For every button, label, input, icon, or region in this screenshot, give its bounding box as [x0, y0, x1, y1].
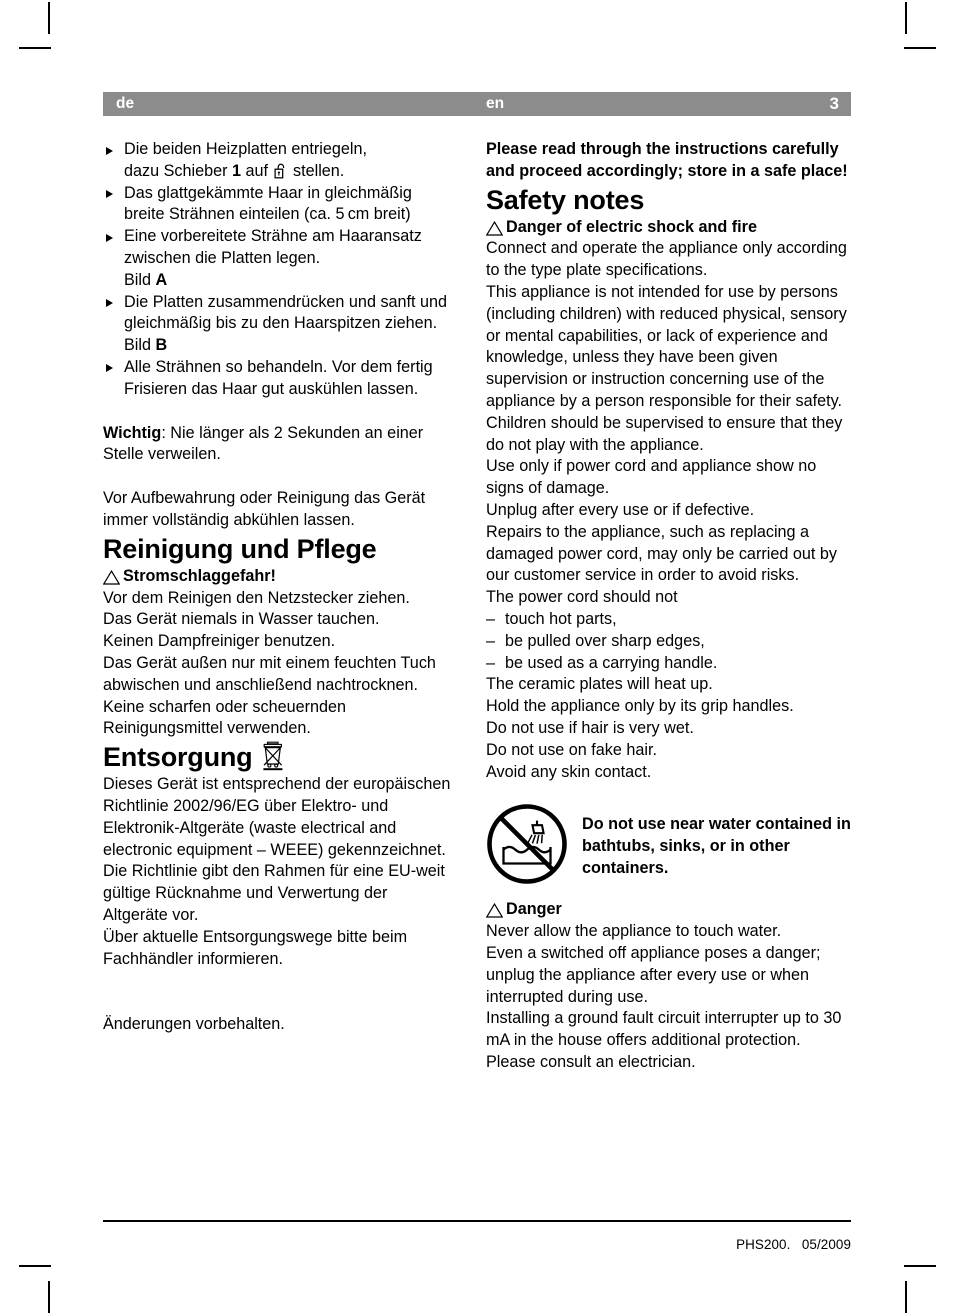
- list-item: touch hot parts,: [486, 609, 851, 631]
- crop-mark-top-left-vertical: [48, 2, 50, 34]
- crossed-out-wheelie-bin-icon: [259, 741, 287, 771]
- german-storage-note: Vor Aufbewahrung oder Reinigung das Gerä…: [103, 489, 426, 529]
- two-column-body: Die beiden Heizplatten entriegeln, dazu …: [102, 139, 851, 1074]
- bullet-line-2-post: stellen.: [288, 161, 345, 180]
- open-padlock-icon: [273, 163, 287, 179]
- german-important-note: Wichtig: Nie länger als 2 Sekunden an ei…: [103, 423, 455, 467]
- crop-mark-bottom-left-horizontal: [19, 1265, 51, 1267]
- no-water-bathtub-icon: [486, 803, 568, 885]
- warning-label: Stromschlaggefahr!: [123, 566, 276, 585]
- list-item: be pulled over sharp edges,: [486, 631, 851, 653]
- bullet-line-2-mid: auf: [241, 161, 273, 180]
- german-disposal-heading: Entsorgung: [103, 740, 455, 774]
- crop-mark-bottom-right-horizontal: [904, 1265, 936, 1267]
- warning-label: Danger of electric shock and fire: [506, 217, 757, 236]
- german-changes-note: Änderungen vorbehalten.: [103, 1015, 285, 1034]
- header-language-en: en: [486, 95, 505, 112]
- figure-ref-label: Bild: [124, 270, 156, 289]
- slider-position-number: 1: [232, 161, 242, 180]
- german-shock-warning-heading: Stromschlaggefahr!: [102, 566, 455, 588]
- german-instruction-list: Die beiden Heizplatten entriegeln, dazu …: [103, 139, 455, 401]
- figure-ref-letter: B: [155, 336, 168, 355]
- english-shock-warning-heading: Danger of electric shock and fire: [485, 217, 851, 239]
- list-item: Die beiden Heizplatten entriegeln, dazu …: [103, 139, 455, 183]
- manual-page: de en 3 Die beiden Heizplatten entriegel…: [102, 92, 851, 1074]
- crop-mark-top-right-vertical: [905, 2, 907, 34]
- figure-ref-label: Bild: [124, 336, 156, 355]
- german-disposal-body: Dieses Gerät ist entsprechend der europä…: [103, 775, 451, 924]
- english-shock-body: Connect and operate the appliance only a…: [486, 239, 847, 607]
- warning-triangle-icon: [485, 220, 504, 236]
- bullet-text: Die Platten zusammendrücken und sanft un…: [124, 292, 448, 333]
- english-column: Please read through the instructions car…: [477, 139, 851, 1074]
- english-danger-body: Never allow the appliance to touch water…: [486, 922, 842, 1071]
- list-item: Die Platten zusammendrücken und sanft un…: [103, 292, 455, 357]
- footer-model-date: PHS200. 05/2009: [736, 1237, 851, 1252]
- english-power-cord-list: touch hot parts, be pulled over sharp ed…: [486, 609, 851, 674]
- list-item: be used as a carrying handle.: [486, 653, 851, 675]
- english-water-warning-block: Do not use near water contained in batht…: [486, 803, 851, 885]
- footer-divider: [103, 1220, 851, 1222]
- page-number: 3: [829, 94, 839, 113]
- english-danger-heading: Danger: [485, 899, 851, 921]
- list-item: Das glattgekämmte Haar in gleichmäßig br…: [103, 183, 455, 227]
- warning-label: Danger: [506, 900, 562, 919]
- german-cleaning-heading: Reinigung und Pflege: [103, 533, 377, 564]
- crop-mark-bottom-left-vertical: [48, 1281, 50, 1313]
- bullet-text: Eine vorbereitete Strähne am Haaransatz …: [124, 227, 422, 267]
- crop-mark-bottom-right-vertical: [905, 1281, 907, 1313]
- warning-triangle-icon: [485, 903, 504, 918]
- warning-triangle-icon: [102, 569, 121, 585]
- bullet-line-2-pre: dazu Schieber: [124, 161, 232, 180]
- header-language-de: de: [116, 95, 135, 112]
- crop-mark-top-left-horizontal: [19, 47, 51, 49]
- disposal-heading-text: Entsorgung: [103, 742, 253, 773]
- german-cleaning-body: Vor dem Reinigen den Netzstecker ziehen.…: [103, 588, 436, 738]
- english-water-warning-text: Do not use near water contained in batht…: [582, 815, 851, 877]
- bullet-line-1: Die beiden Heizplatten entriegeln,: [124, 140, 367, 158]
- english-safety-heading: Safety notes: [486, 184, 645, 215]
- english-intro: Please read through the instructions car…: [486, 140, 848, 180]
- important-label: Wichtig: [103, 423, 162, 442]
- figure-ref-letter: A: [155, 270, 168, 289]
- list-item: Alle Strähnen so behandeln. Vor dem fert…: [103, 357, 455, 401]
- english-shock-body-2: The ceramic plates will heat up. Hold th…: [486, 675, 794, 781]
- german-column: Die beiden Heizplatten entriegeln, dazu …: [102, 139, 477, 1074]
- bullet-text: Alle Strähnen so behandeln. Vor dem fert…: [124, 357, 433, 398]
- bullet-text: Das glattgekämmte Haar in gleichmäßig br…: [124, 183, 412, 224]
- crop-mark-top-right-horizontal: [904, 47, 936, 49]
- german-disposal-body-2: Über aktuelle Entsorgungswege bitte beim…: [103, 927, 408, 968]
- list-item: Eine vorbereitete Strähne am Haaransatz …: [103, 226, 455, 291]
- language-header-bar: de en 3: [103, 92, 851, 116]
